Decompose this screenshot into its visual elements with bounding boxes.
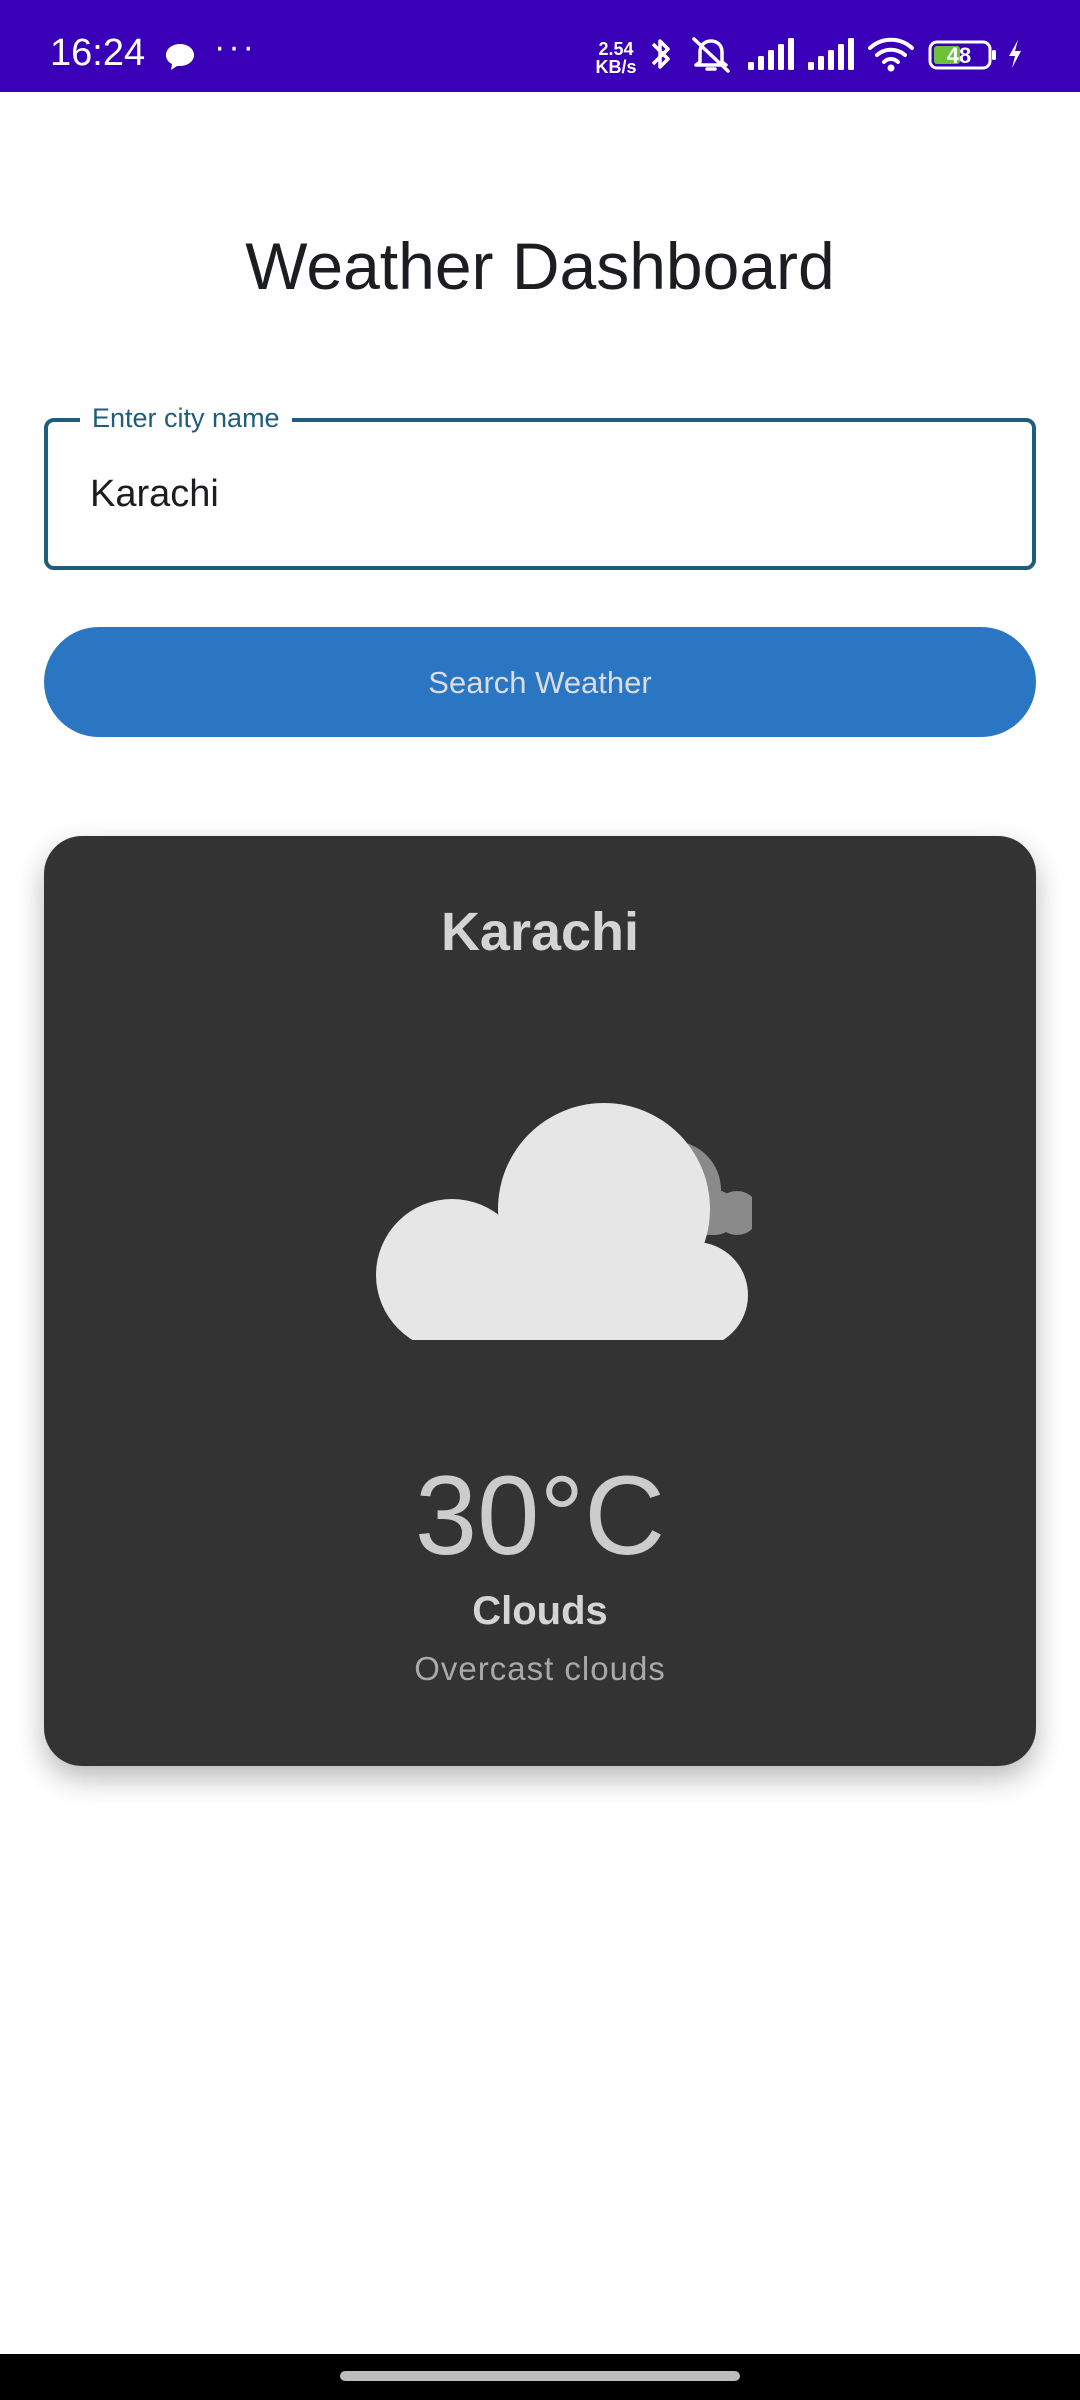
page-title: Weather Dashboard: [245, 229, 835, 303]
chat-bubble-icon: [166, 44, 194, 70]
status-time: 16:24: [50, 32, 146, 74]
bluetooth-icon: [651, 39, 670, 69]
city-input-field[interactable]: Enter city name: [44, 398, 1036, 570]
search-weather-button[interactable]: Search Weather: [44, 627, 1036, 737]
navigation-bar: [0, 2354, 1080, 2400]
status-bar: 16:24 ··· 2.54 KB/s 48: [0, 0, 1080, 92]
weather-card: Karachi 30°C Clouds Overcast clouds: [44, 836, 1036, 1766]
charging-icon: [1009, 40, 1021, 68]
cloudy-icon: [376, 1103, 752, 1340]
mute-icon: [692, 37, 730, 73]
weather-temperature: 30°C: [414, 1453, 666, 1578]
weather-city-name: Karachi: [440, 902, 640, 962]
screen: 16:24 ··· 2.54 KB/s 48 Weather Dashboard…: [0, 0, 1080, 2400]
home-indicator[interactable]: [340, 2371, 740, 2381]
weather-description: Overcast clouds: [414, 1650, 666, 1687]
city-input[interactable]: [90, 470, 970, 518]
weather-condition: Clouds: [472, 1589, 608, 1633]
signal-icon: [808, 38, 854, 70]
wifi-icon: [868, 37, 914, 72]
network-speed-value: 2.54: [598, 39, 634, 59]
more-dots-icon: ···: [214, 28, 257, 66]
network-speed: 2.54 KB/s: [590, 40, 642, 76]
network-speed-unit: KB/s: [595, 57, 637, 77]
battery-level: 48: [946, 43, 972, 68]
city-input-label: Enter city name: [80, 398, 292, 438]
signal-icon: [748, 38, 794, 70]
